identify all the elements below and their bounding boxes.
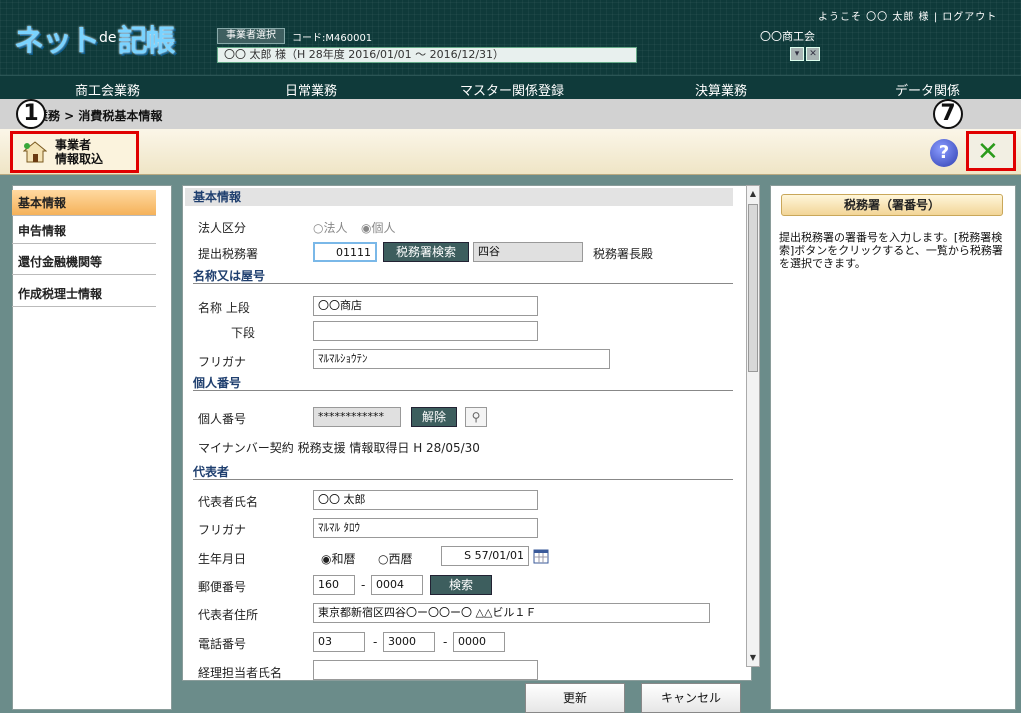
toolbar: [0, 129, 1021, 175]
import-label-2: 情報取込: [55, 152, 104, 166]
furigana-input[interactable]: ﾏﾙﾏﾙｼｮｳﾃﾝ: [313, 349, 610, 369]
section-basic-info: 基本情報: [185, 188, 733, 206]
house-icon: [23, 141, 47, 163]
nav-item-basic-info[interactable]: 基本情報: [12, 190, 156, 216]
callout-7: 7: [933, 99, 963, 129]
postal-code-1-input[interactable]: 160: [313, 575, 355, 595]
basic-info-form: 基本情報 法人区分 ○法人 ◉個人 提出税務署 01111 税務署検索 四谷 税…: [182, 185, 752, 681]
furigana-label: フリガナ: [198, 355, 247, 369]
import-label-1: 事業者: [55, 138, 92, 152]
scroll-up-icon[interactable]: ▲: [748, 187, 758, 201]
menu-item-master-registration[interactable]: マスター関係登録: [460, 80, 564, 99]
menu-item-data[interactable]: データ関係: [895, 80, 960, 99]
tax-office-chief: 税務署長殿: [593, 247, 654, 261]
import-label: 事業者 情報取込: [55, 138, 103, 166]
help-title: 税務署（署番号）: [781, 194, 1003, 216]
tax-office-search-button[interactable]: 税務署検索: [383, 242, 469, 262]
cancel-button[interactable]: キャンセル: [641, 683, 741, 713]
postal-separator: -: [361, 578, 366, 592]
scroll-thumb[interactable]: [748, 204, 758, 372]
tax-office-name: 四谷: [473, 242, 583, 262]
rep-name-label: 代表者氏名: [198, 495, 259, 509]
section-personal-divider: [193, 390, 733, 391]
business-select-button[interactable]: 事業者選択: [217, 28, 285, 44]
address-label: 代表者住所: [198, 608, 259, 622]
breadcrumb-bar: 業務 > 消費税基本情報: [0, 99, 1021, 129]
release-button[interactable]: 解除: [411, 407, 457, 427]
close-small-icon[interactable]: ✕: [806, 47, 820, 61]
postal-code-2-input[interactable]: 0004: [371, 575, 423, 595]
radio-corporation[interactable]: ○法人: [313, 219, 347, 236]
import-business-info-button[interactable]: 事業者 情報取込: [10, 131, 139, 173]
nav-item-accountant-info[interactable]: 作成税理士情報: [12, 281, 156, 307]
phone-2-input[interactable]: 3000: [383, 632, 435, 652]
close-icon: ✕: [977, 137, 999, 167]
dropdown-icon[interactable]: ▾: [790, 47, 804, 61]
rep-furigana-label: フリガナ: [198, 523, 247, 537]
rep-name-input[interactable]: 〇〇 太郎: [313, 490, 538, 510]
name-lower-input[interactable]: [313, 321, 538, 341]
menu-item-settlement[interactable]: 決算業務: [695, 80, 747, 99]
name-lower-label: 下段: [231, 326, 256, 340]
section-representative: 代表者: [193, 465, 230, 479]
section-representative-divider: [193, 479, 733, 480]
section-name: 名称又は屋号: [193, 269, 266, 283]
help-text: 提出税務署の署番号を入力します。[税務署検索]ボタンをクリックすると、一覧から税…: [779, 231, 1003, 270]
main-menu: 商工会業務 日常業務 マスター関係登録 決算業務 データ関係: [0, 75, 1021, 99]
update-button[interactable]: 更新: [525, 683, 625, 713]
logo-de: de: [99, 30, 117, 46]
user-info: 〇〇 太郎 様（H 28年度 2016/01/01 〜 2016/12/31）: [217, 47, 637, 63]
name-upper-label: 名称 上段: [198, 301, 250, 315]
chamber-name: 〇〇商工会: [760, 30, 815, 43]
close-button[interactable]: ✕: [966, 131, 1016, 171]
radio-individual[interactable]: ◉個人: [361, 219, 395, 236]
postal-code-label: 郵便番号: [198, 580, 247, 594]
business-code: コード:M460001: [292, 33, 373, 44]
corp-type-label: 法人区分: [198, 221, 247, 235]
breadcrumb: 業務 > 消費税基本情報: [36, 109, 163, 123]
personal-number-input: ************: [313, 407, 401, 427]
phone-3-input[interactable]: 0000: [453, 632, 505, 652]
nav-item-declaration-info[interactable]: 申告情報: [12, 218, 156, 244]
welcome-logout[interactable]: ようこそ 〇〇 太郎 様 | ログアウト: [818, 8, 997, 23]
name-upper-input[interactable]: 〇〇商店: [313, 296, 538, 316]
nav-item-refund-bank[interactable]: 還付金融機関等: [12, 249, 156, 275]
menu-item-chamber-work[interactable]: 商工会業務: [75, 80, 140, 99]
rep-furigana-input[interactable]: ﾏﾙﾏﾙ ﾀﾛｳ: [313, 518, 538, 538]
scroll-down-icon[interactable]: ▼: [748, 651, 758, 665]
help-panel: 税務署（署番号） 提出税務署の署番号を入力します。[税務署検索]ボタンをクリック…: [770, 185, 1016, 710]
callout-1: 1: [16, 99, 46, 129]
phone-1-input[interactable]: 03: [313, 632, 365, 652]
calendar-icon[interactable]: [533, 548, 549, 564]
magnify-icon[interactable]: ⚲: [465, 407, 487, 427]
section-name-divider: [193, 283, 733, 284]
tax-office-label: 提出税務署: [198, 247, 259, 261]
accountant-label: 経理担当者氏名: [198, 666, 283, 680]
address-input[interactable]: 東京都新宿区四谷〇ー〇〇ー〇 △△ビル１Ｆ: [313, 603, 710, 623]
app-logo: ネット de 記帳: [14, 18, 176, 59]
birth-date-label: 生年月日: [198, 552, 247, 566]
mynumber-contract-info: マイナンバー契約 税務支援 情報取得日 H 28/05/30: [198, 441, 480, 455]
postal-search-button[interactable]: 検索: [430, 575, 492, 595]
phone-label: 電話番号: [198, 637, 247, 651]
menu-item-daily-work[interactable]: 日常業務: [285, 80, 337, 99]
personal-number-label: 個人番号: [198, 412, 247, 426]
content-area: 基本情報 申告情報 還付金融機関等 作成税理士情報 基本情報 法人区分 ○法人 …: [0, 175, 1021, 713]
app-header: ネット de 記帳 事業者選択 コード:M460001 〇〇 太郎 様（H 28年度…: [0, 0, 1021, 75]
phone-separator-1: -: [373, 635, 378, 649]
logo-text: ネット: [14, 24, 100, 59]
tax-office-code-input[interactable]: 01111: [313, 242, 377, 262]
logo-text-2: 記帳: [117, 24, 176, 59]
radio-japanese-era[interactable]: ◉和暦: [321, 550, 355, 567]
form-scrollbar[interactable]: ▲ ▼: [746, 185, 760, 667]
help-icon[interactable]: ?: [930, 139, 958, 167]
phone-separator-2: -: [443, 635, 448, 649]
radio-western-calendar[interactable]: ○西暦: [378, 550, 412, 567]
section-personal-number: 個人番号: [193, 376, 242, 390]
birth-date-input[interactable]: S 57/01/01: [441, 546, 529, 566]
accountant-input[interactable]: [313, 660, 538, 680]
